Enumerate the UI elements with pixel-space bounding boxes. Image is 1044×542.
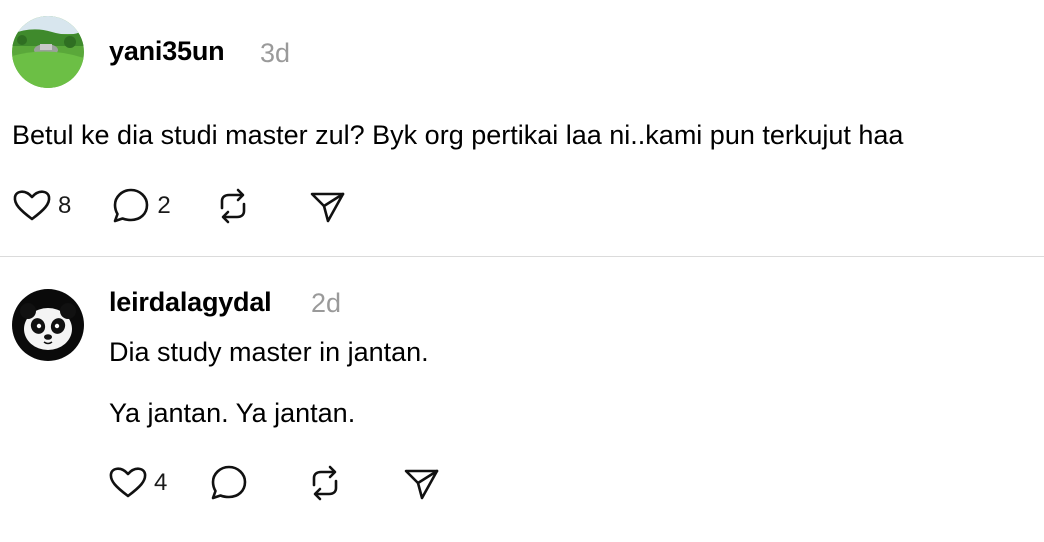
like-count: 8 [58, 192, 72, 219]
reply-button[interactable] [209, 463, 249, 503]
timestamp: 3d [260, 38, 291, 68]
thread-feed: yani35un 3d Betul ke dia studi master zu… [0, 0, 1044, 542]
avatar[interactable] [12, 289, 84, 361]
reply-count: 2 [157, 192, 171, 219]
post-actions: 8 2 [12, 186, 347, 226]
repost-icon [313, 465, 338, 501]
comment-bubble-icon [212, 465, 247, 500]
like-button[interactable]: 8 [12, 186, 71, 226]
repost-button[interactable] [213, 186, 253, 226]
post-text-line: Dia study master in jantan. [109, 337, 429, 367]
timestamp: 2d [311, 288, 342, 318]
post-actions: 4 [108, 463, 441, 503]
heart-icon [109, 467, 147, 498]
panda-avatar-icon [12, 289, 84, 361]
landscape-photo-avatar-icon [12, 16, 84, 88]
repost-button[interactable] [305, 463, 345, 503]
like-button[interactable]: 4 [108, 463, 167, 503]
post-text-line: Ya jantan. Ya jantan. [109, 398, 356, 428]
post-text: Betul ke dia studi master zul? Byk org p… [12, 120, 904, 150]
reply-button[interactable]: 2 [111, 186, 171, 226]
send-icon [310, 192, 345, 223]
username[interactable]: leirdalagydal [109, 287, 272, 318]
avatar[interactable] [12, 16, 84, 88]
share-button[interactable] [307, 186, 347, 226]
heart-icon [13, 190, 51, 221]
post-divider [0, 256, 1044, 257]
repost-icon [220, 188, 246, 224]
username[interactable]: yani35un [109, 36, 225, 67]
share-button[interactable] [401, 463, 441, 503]
like-count: 4 [154, 469, 168, 496]
send-icon [405, 469, 439, 500]
comment-bubble-icon [114, 188, 149, 223]
